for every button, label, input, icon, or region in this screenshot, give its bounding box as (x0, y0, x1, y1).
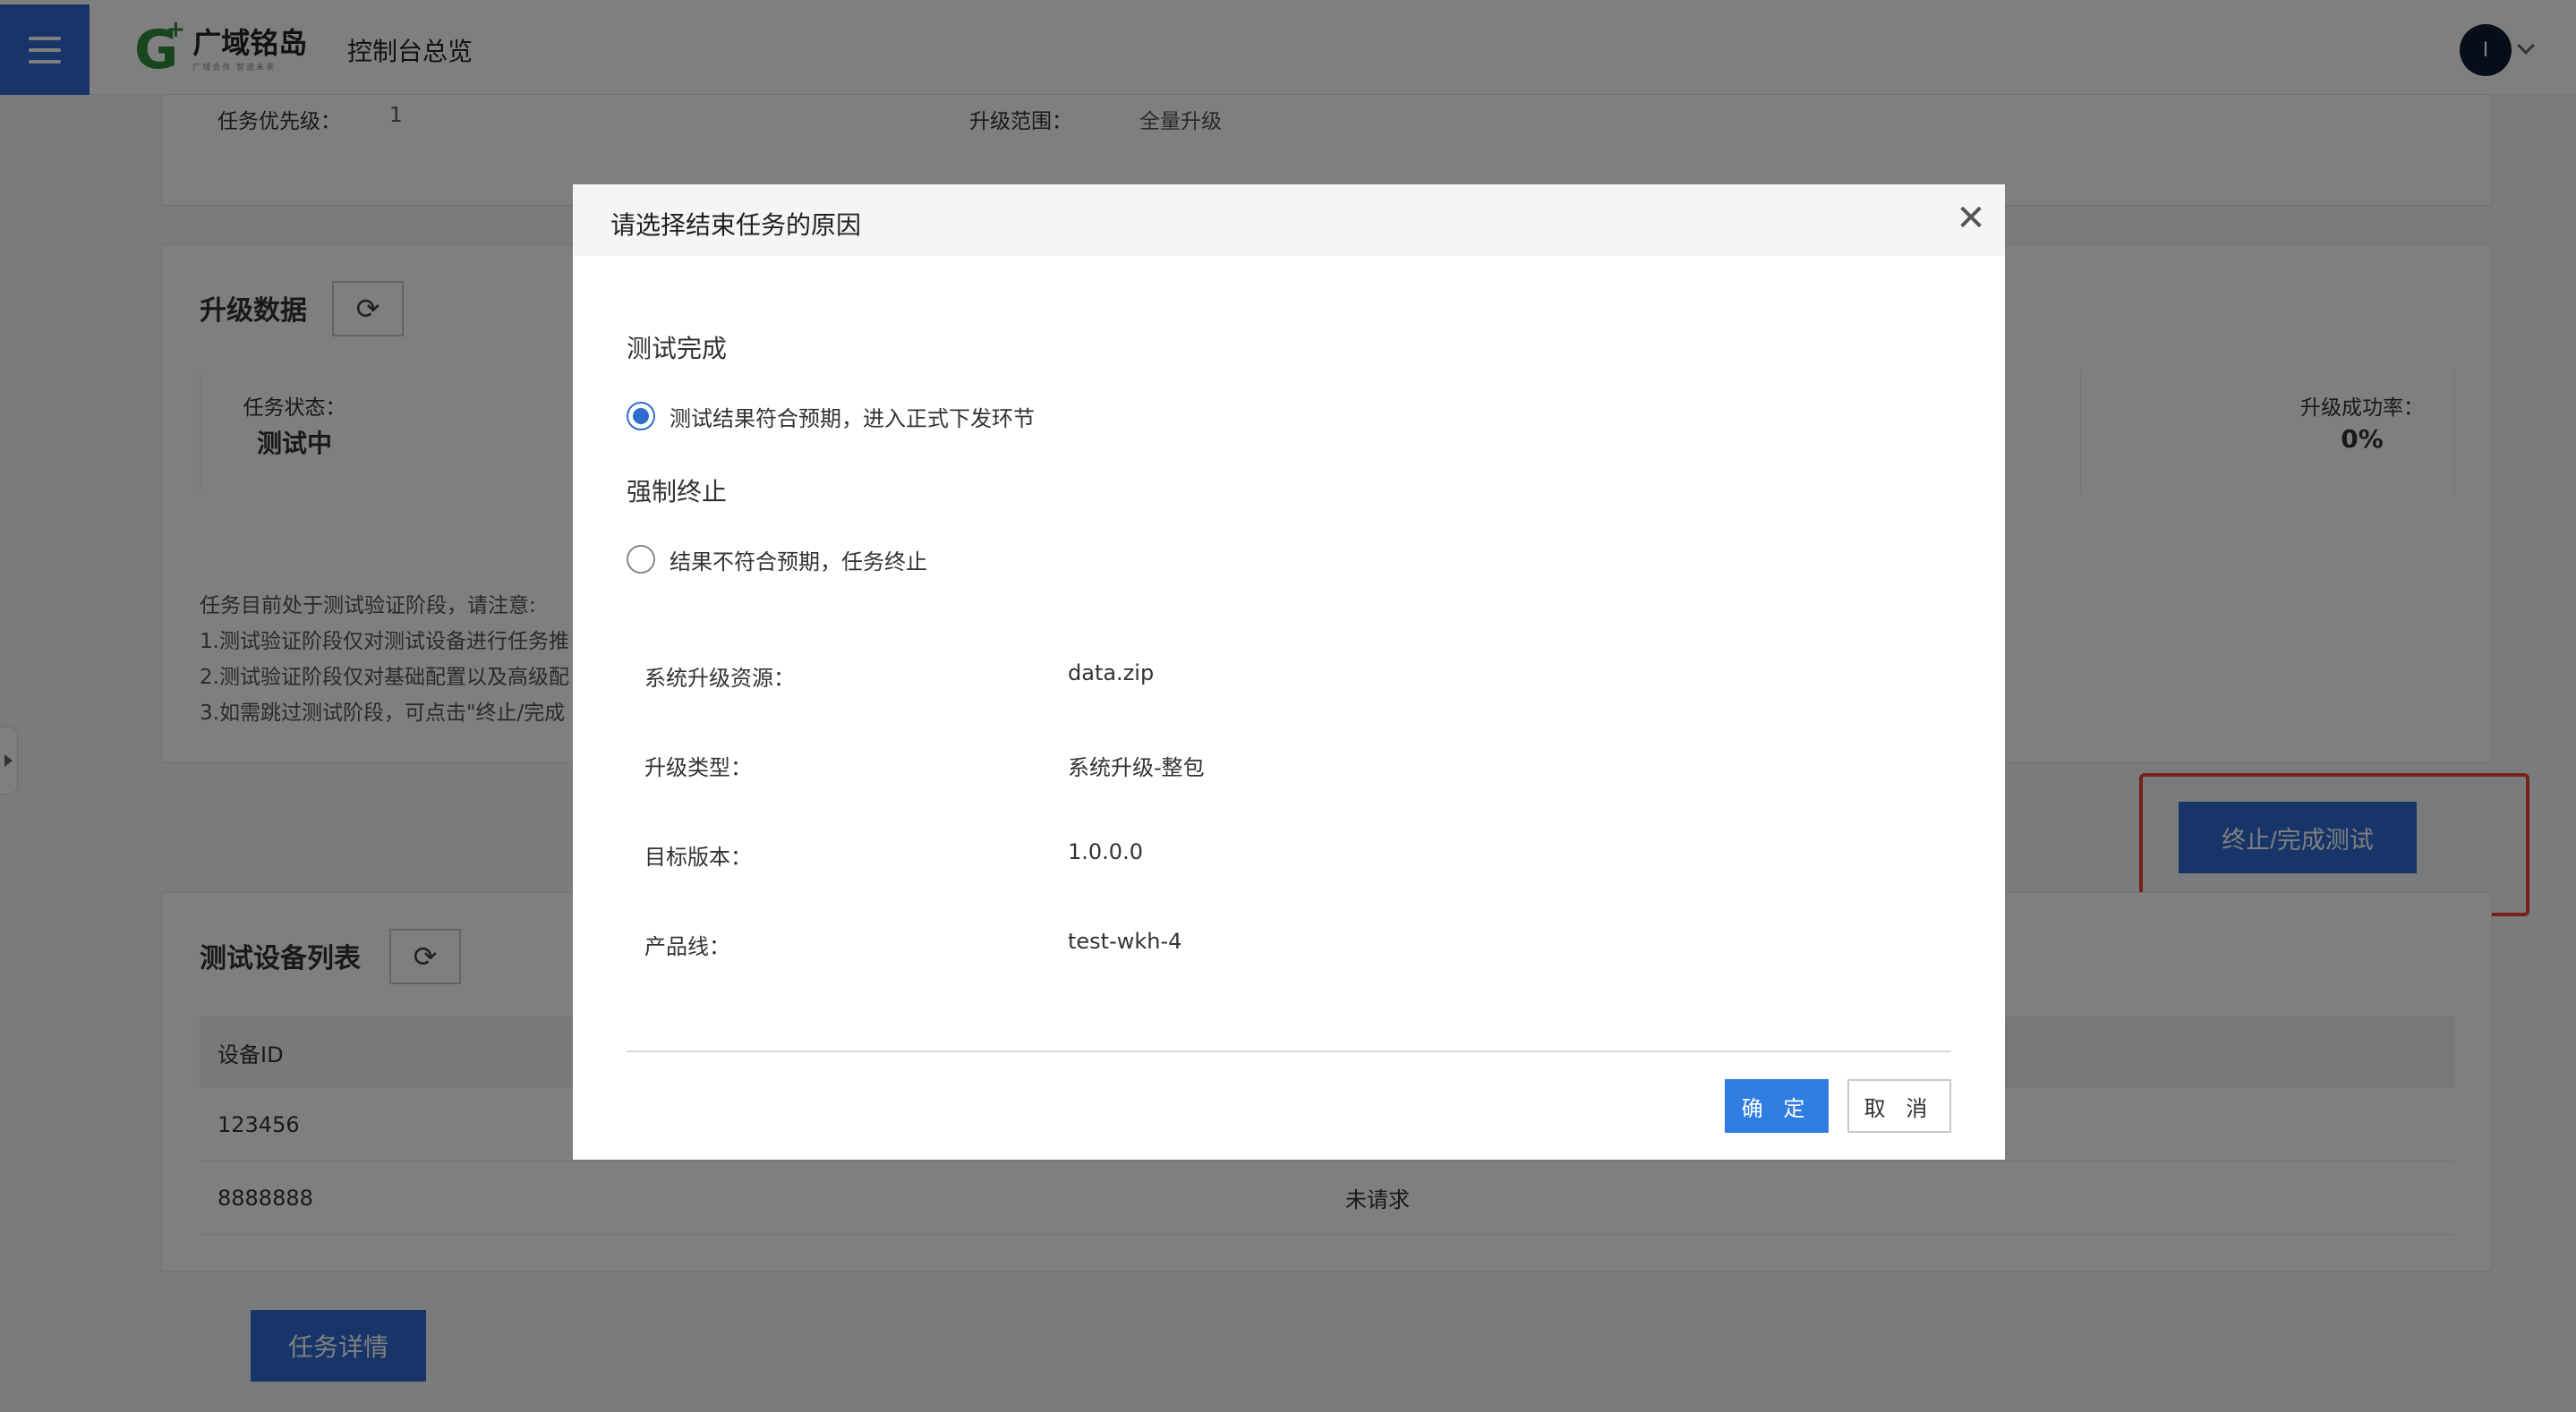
upgrade-type-value: 系统升级-整包 (1068, 755, 1205, 780)
option-test-passed[interactable]: 测试结果符合预期，进入正式下发环节 (627, 401, 1035, 431)
target-version-label: 目标版本： (644, 845, 752, 870)
option-test-passed-label[interactable]: 测试结果符合预期，进入正式下发环节 (670, 401, 1035, 432)
resource-label: 系统升级资源： (644, 666, 795, 691)
radio-button[interactable] (627, 545, 655, 574)
target-version-value: 1.0.0.0 (1068, 839, 1143, 864)
close-icon[interactable]: ✕ (1951, 199, 1991, 238)
resource-value: data.zip (1068, 660, 1155, 685)
cancel-button[interactable]: 取 消 (1847, 1079, 1951, 1133)
force-terminate-group-title: 强制终止 (627, 477, 728, 506)
dialog-title: 请选择结束任务的原因 (610, 210, 862, 240)
upgrade-type-label: 升级类型： (644, 755, 752, 780)
test-complete-group-title: 测试完成 (627, 334, 728, 363)
confirm-button[interactable]: 确 定 (1725, 1079, 1829, 1133)
option-terminate[interactable]: 结果不符合预期，任务终止 (627, 544, 927, 574)
dialog-divider (627, 1050, 1951, 1052)
radio-button[interactable] (627, 402, 655, 430)
dialog-header: 请选择结束任务的原因 ✕ (573, 184, 2005, 256)
product-line-label: 产品线： (644, 934, 730, 959)
product-line-value: test-wkh-4 (1068, 929, 1182, 954)
option-terminate-label[interactable]: 结果不符合预期，任务终止 (670, 544, 927, 575)
end-task-reason-dialog: 请选择结束任务的原因 ✕ 测试完成 测试结果符合预期，进入正式下发环节 强制终止… (573, 184, 2005, 1160)
